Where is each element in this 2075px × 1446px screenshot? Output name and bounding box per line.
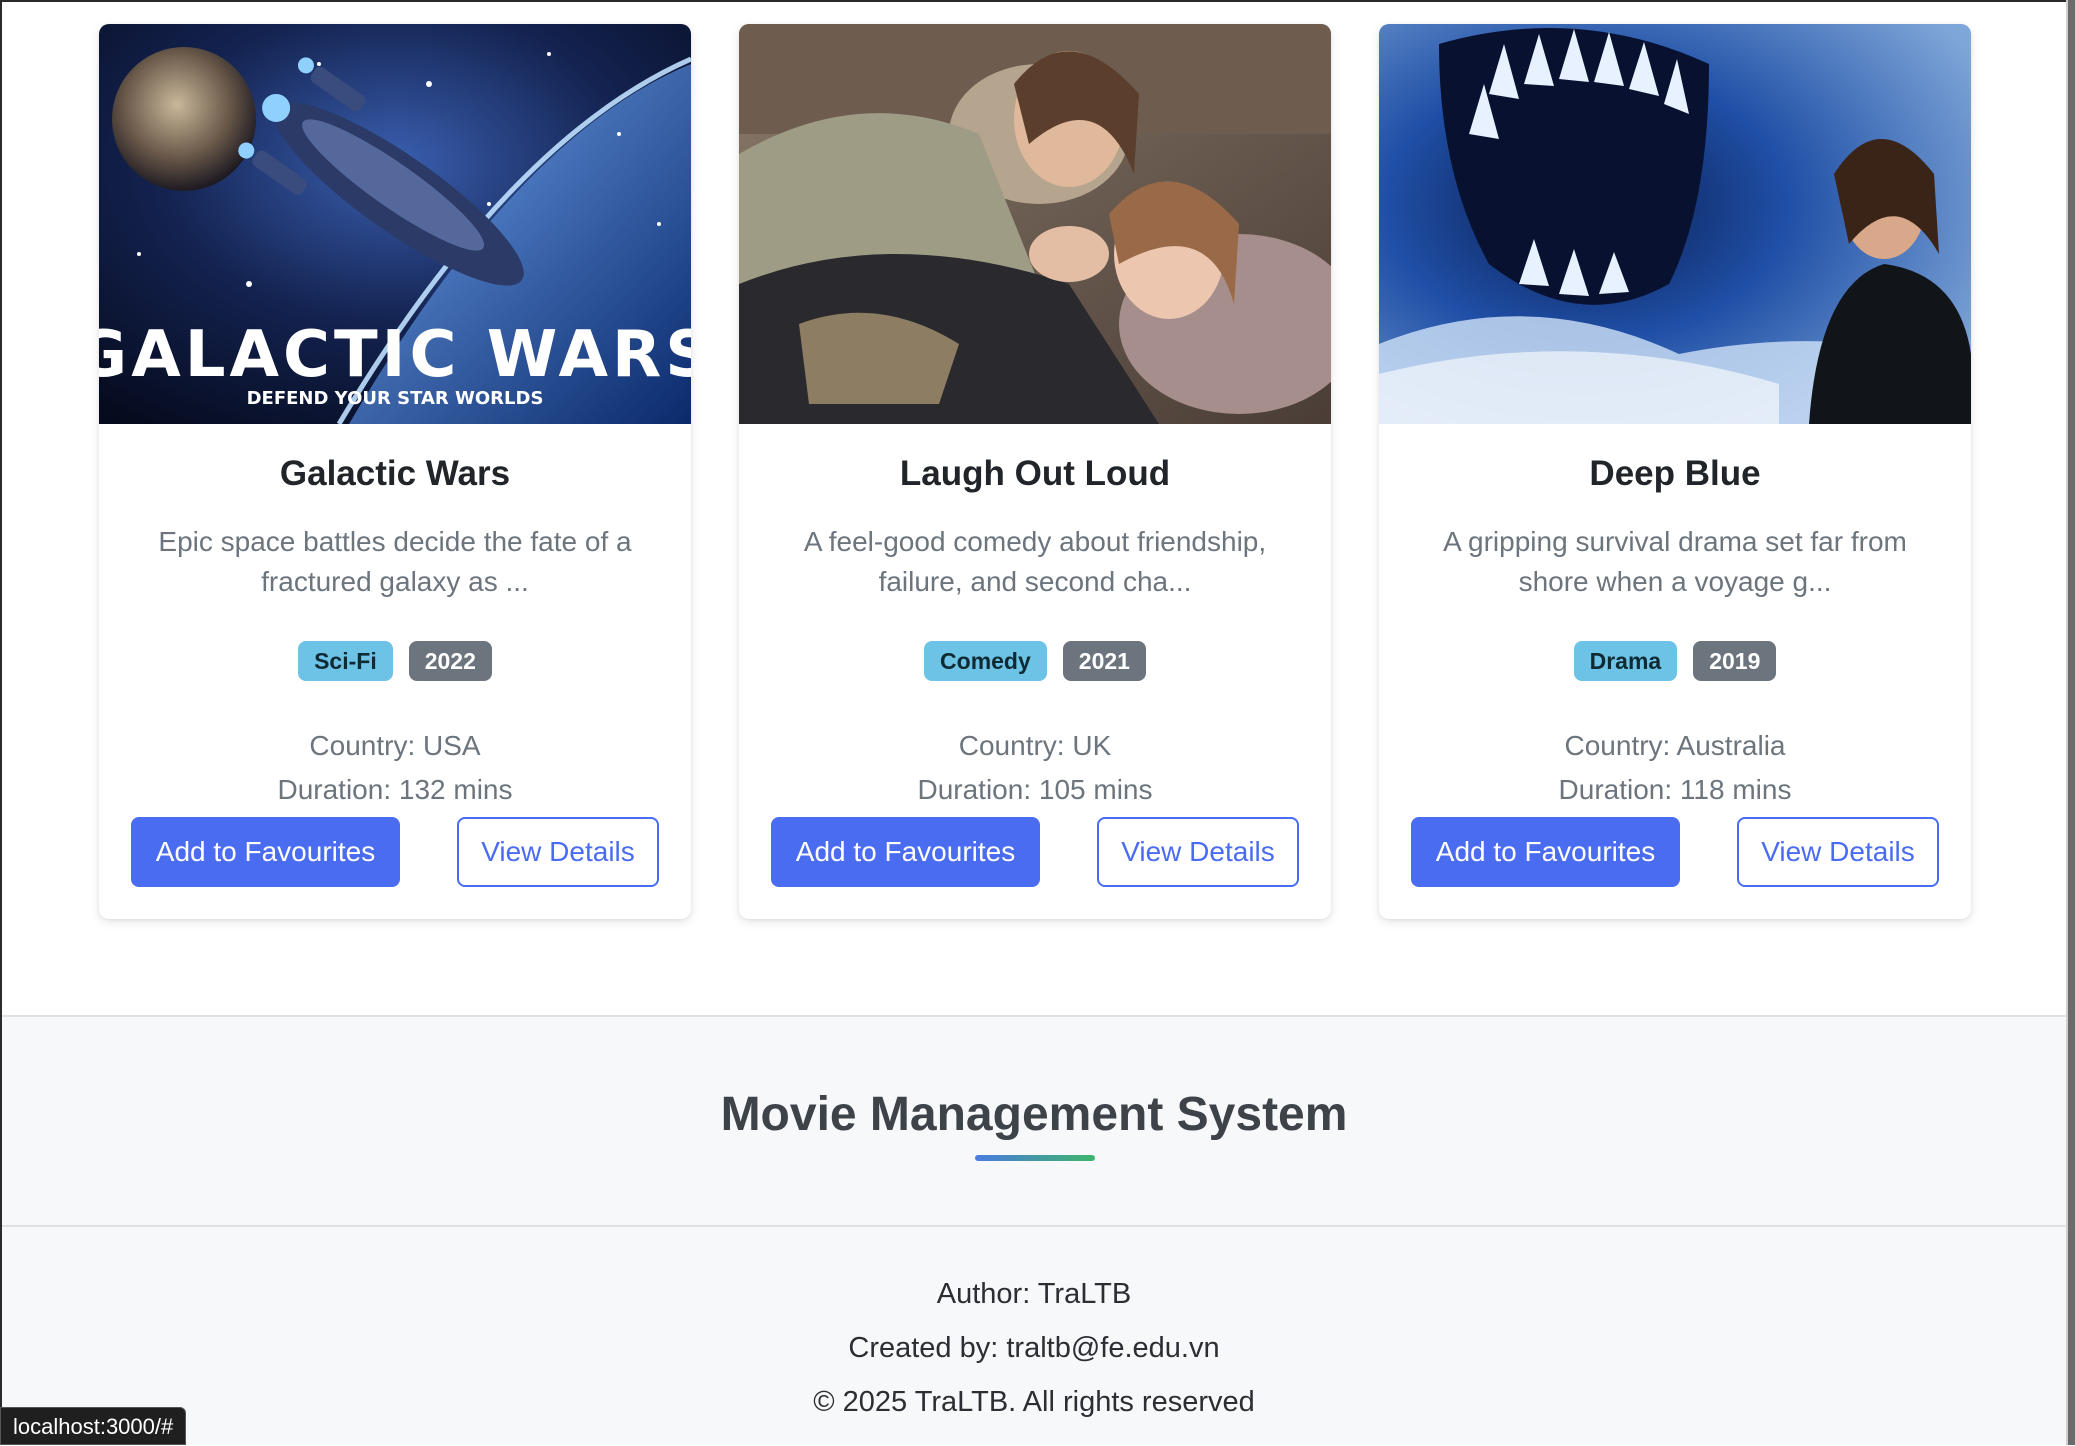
- footer-copyright: © 2025 TraLTB. All rights reserved: [813, 1386, 1255, 1418]
- movie-meta: Country: Australia Duration: 118 mins: [1379, 724, 1971, 812]
- movie-badges: Sci-Fi 2022: [99, 641, 691, 681]
- movie-card: Laugh Out Loud A feel-good comedy about …: [739, 24, 1331, 919]
- view-details-button[interactable]: View Details: [1097, 817, 1299, 887]
- movie-country: Country: UK: [958, 730, 1112, 761]
- movie-poster-galactic-wars: GALACTIC WARS DEFEND YOUR STAR WORLDS: [99, 24, 691, 424]
- movie-duration: Duration: 132 mins: [277, 774, 513, 805]
- poster-subtitle-text: DEFEND YOUR STAR WORLDS: [247, 388, 544, 409]
- year-badge: 2019: [1693, 641, 1777, 681]
- year-badge: 2022: [408, 641, 492, 681]
- movie-card: Deep Blue A gripping survival drama set …: [1379, 24, 1971, 919]
- movie-poster-laugh-out-loud: [739, 24, 1331, 424]
- movie-duration: Duration: 105 mins: [917, 774, 1153, 805]
- movie-title: Galactic Wars: [279, 454, 511, 493]
- genre-badge: Drama: [1573, 641, 1678, 681]
- genre-badge: Sci-Fi: [298, 641, 393, 681]
- add-to-favourites-button[interactable]: Add to Favourites: [131, 817, 400, 887]
- movie-country: Country: USA: [309, 730, 481, 761]
- movie-duration: Duration: 118 mins: [1558, 774, 1792, 805]
- movie-title: Laugh Out Loud: [899, 454, 1171, 493]
- add-to-favourites-button[interactable]: Add to Favourites: [771, 817, 1040, 887]
- movie-meta: Country: UK Duration: 105 mins: [739, 724, 1331, 812]
- movie-description: A gripping survival drama set far from s…: [1443, 526, 1907, 597]
- status-bar-url: localhost:3000/#: [0, 1407, 187, 1445]
- genre-badge: Comedy: [924, 641, 1047, 681]
- scrollbar[interactable]: [2068, 0, 2075, 1445]
- year-badge: 2021: [1062, 641, 1146, 681]
- footer-created-by: Created by: traltb@fe.edu.vn: [848, 1332, 1220, 1364]
- movie-description: Epic space battles decide the fate of a …: [158, 526, 632, 597]
- poster-title-text: GALACTIC WARS: [99, 318, 691, 392]
- movie-description: A feel-good comedy about friendship, fai…: [803, 526, 1267, 597]
- movie-badges: Drama 2019: [1379, 641, 1971, 681]
- movie-card: GALACTIC WARS DEFEND YOUR STAR WORLDS Ga…: [99, 24, 691, 919]
- footer-divider: [2, 1225, 2066, 1227]
- movie-poster-deep-blue: [1379, 24, 1971, 424]
- movie-title: Deep Blue: [1589, 454, 1761, 493]
- movie-badges: Comedy 2021: [739, 641, 1331, 681]
- movie-country: Country: Australia: [1564, 730, 1786, 761]
- footer-title-underline: [975, 1155, 1095, 1161]
- page-footer: Movie Management System Author: TraLTB C…: [2, 1015, 2066, 1445]
- footer-title: Movie Management System: [720, 1088, 1348, 1141]
- view-details-button[interactable]: View Details: [1737, 817, 1939, 887]
- add-to-favourites-button[interactable]: Add to Favourites: [1411, 817, 1680, 887]
- footer-info: Author: TraLTB Created by: traltb@fe.edu…: [2, 1267, 2066, 1429]
- movie-card-grid: GALACTIC WARS DEFEND YOUR STAR WORLDS Ga…: [99, 24, 1971, 919]
- footer-author: Author: TraLTB: [936, 1278, 1132, 1310]
- movie-meta: Country: USA Duration: 132 mins: [99, 724, 691, 812]
- view-details-button[interactable]: View Details: [457, 817, 659, 887]
